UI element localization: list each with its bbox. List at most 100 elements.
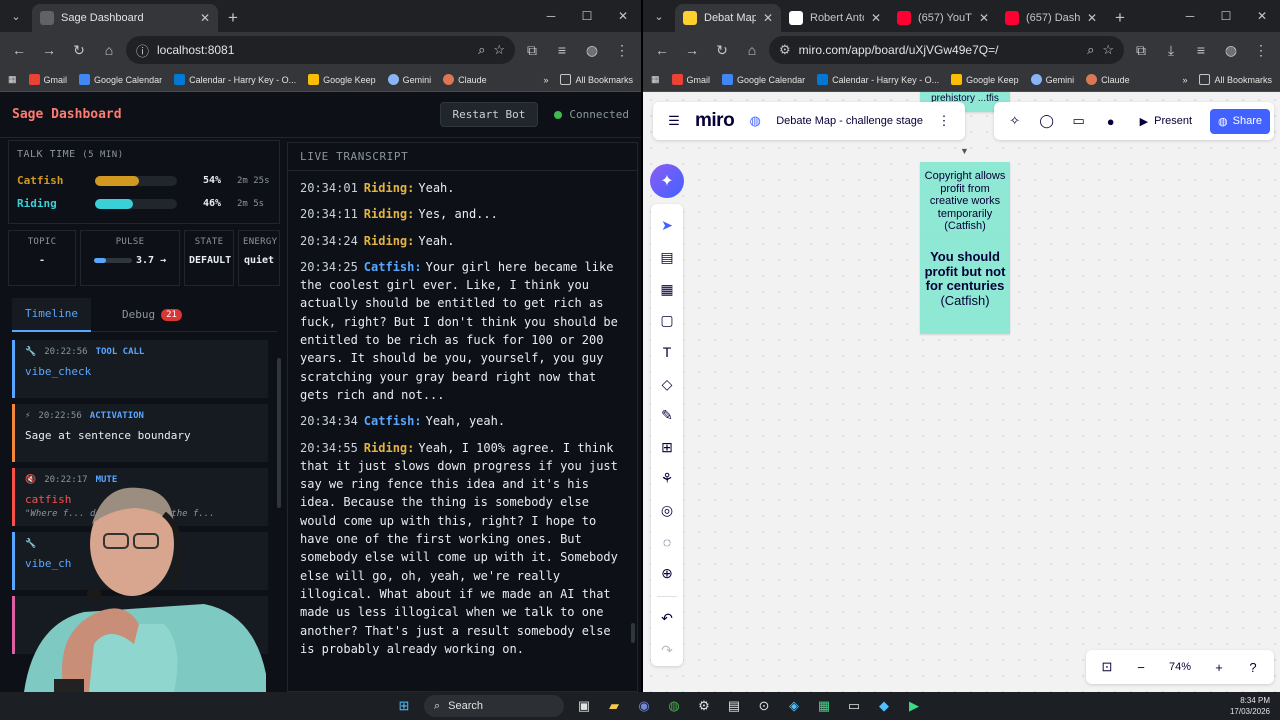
bookmark-google-keep[interactable]: Google Keep [951, 74, 1019, 85]
download-icon[interactable]: ⤓ [1158, 37, 1184, 63]
more-tools-icon[interactable]: ⊕ [653, 558, 681, 590]
select-cursor-icon[interactable]: ➤ [653, 210, 681, 242]
back-icon[interactable]: ← [6, 37, 32, 63]
close-tab-icon[interactable]: ✕ [871, 11, 881, 25]
taskbar-search[interactable]: ⌕ Search [424, 695, 564, 717]
profile-icon[interactable]: ◍ [579, 37, 605, 63]
tab-search-icon[interactable]: ⌄ [643, 0, 675, 32]
bookmarks-overflow-icon[interactable]: » [543, 75, 548, 85]
zoom-in-icon[interactable]: + [1204, 660, 1234, 675]
close-tab-icon[interactable]: ✕ [763, 11, 773, 25]
bookmark-google-calendar[interactable]: Google Calendar [79, 74, 162, 85]
minimize-icon[interactable]: ─ [533, 9, 569, 23]
close-window-icon[interactable]: ✕ [605, 9, 641, 23]
timeline-scrollbar[interactable] [277, 358, 281, 508]
tab-search-icon[interactable]: ⌄ [0, 0, 32, 32]
windows-start-icon[interactable]: ⊞ [394, 696, 414, 716]
templates-icon[interactable]: ▤ [653, 242, 681, 274]
transcript-body[interactable]: 20:34:01 Riding: Yeah. 20:34:11 Riding: Yes, … [300, 179, 623, 691]
app-blue-icon[interactable]: ◆ [874, 696, 894, 716]
file-explorer-icon[interactable]: ▰ [604, 696, 624, 716]
home-icon[interactable]: ⌂ [96, 37, 122, 63]
bookmark-gmail[interactable]: Gmail [671, 74, 710, 85]
menu-icon[interactable]: ⋮ [1248, 37, 1274, 63]
redo-icon[interactable]: ↷ [653, 634, 681, 666]
bookmark-gmail[interactable]: Gmail [28, 74, 67, 85]
ai-sparkle-icon[interactable]: ✦ [650, 164, 684, 198]
fit-screen-icon[interactable]: ⊡ [1092, 659, 1122, 675]
forward-icon[interactable]: → [36, 37, 62, 63]
comment-icon[interactable]: ◌ [653, 526, 681, 558]
miro-board-canvas[interactable]: prehistory ...tfis ▼ Copyright allows pr… [643, 92, 1280, 692]
zoom-icon[interactable]: ⌕ [1087, 42, 1094, 58]
apps-icon[interactable]: ▦ [8, 74, 17, 85]
bookmark-google-keep[interactable]: Google Keep [308, 74, 376, 85]
text-icon[interactable]: T [653, 337, 681, 369]
apps-icon[interactable]: ▦ [651, 74, 660, 85]
present-button[interactable]: ▶ Present [1132, 110, 1200, 133]
pen-icon[interactable]: ✎ [653, 400, 681, 432]
bookmarks-overflow-icon[interactable]: » [1182, 75, 1187, 85]
bookmark-google-calendar[interactable]: Google Calendar [722, 74, 805, 85]
bookmark-gemini[interactable]: Gemini [1030, 74, 1074, 85]
sticky-note-profit[interactable]: You should profit but not for centuries … [920, 240, 1010, 334]
board-name[interactable]: Debate Map - challenge stage [776, 115, 923, 127]
profile-icon[interactable]: ◍ [1218, 37, 1244, 63]
bookmark-claude[interactable]: Claude [443, 74, 487, 85]
reload-icon[interactable]: ↻ [66, 37, 92, 63]
all-bookmarks[interactable]: All Bookmarks [560, 74, 633, 85]
help-icon[interactable]: ? [1238, 660, 1268, 675]
reading-list-icon[interactable]: ≡ [549, 37, 575, 63]
tab-robert-anton[interactable]: Robert Anton ✕ [781, 4, 889, 32]
app-icon[interactable]: ⊙ [754, 696, 774, 716]
apps-icon[interactable]: ⚘ [653, 463, 681, 495]
app-green-icon[interactable]: ▦ [814, 696, 834, 716]
reading-list-icon[interactable]: ≡ [1188, 37, 1214, 63]
video-call-icon[interactable]: ▭ [1068, 113, 1090, 129]
zoom-icon[interactable]: ⌕ [478, 42, 485, 58]
steam-icon[interactable]: ⚙ [694, 696, 714, 716]
tab-dash-cam[interactable]: (657) Dash Ca ✕ [997, 4, 1105, 32]
app-play-icon[interactable]: ▶ [904, 696, 924, 716]
sticky-note-copyright[interactable]: Copyright allows profit from creative wo… [920, 162, 1010, 240]
transcript-scrollbar[interactable] [631, 623, 635, 643]
maximize-icon[interactable]: ☐ [1208, 9, 1244, 23]
home-icon[interactable]: ⌂ [739, 37, 765, 63]
bookmark-calendar-harry[interactable]: Calendar - Harry Key - O... [817, 74, 939, 85]
chrome-icon[interactable]: ◍ [664, 696, 684, 716]
tab-debate-map[interactable]: Debat Map - ✕ [675, 4, 781, 32]
media-icon[interactable]: ▤ [724, 696, 744, 716]
tab-youtube[interactable]: (657) YouTube ✕ [889, 4, 997, 32]
reload-icon[interactable]: ↻ [709, 37, 735, 63]
tab-timeline[interactable]: Timeline [12, 297, 91, 332]
tab-sage-dashboard[interactable]: Sage Dashboard ✕ [32, 4, 218, 32]
diagram-icon[interactable]: ◎ [653, 495, 681, 527]
restart-bot-button[interactable]: Restart Bot [439, 102, 539, 127]
taskbar-clock[interactable]: 8:34 PM 17/03/2026 [1230, 695, 1270, 717]
zoom-out-icon[interactable]: − [1126, 660, 1156, 675]
sticky-note-icon[interactable]: ▢ [653, 305, 681, 337]
new-tab-button[interactable]: + [218, 4, 248, 32]
task-view-icon[interactable]: ▣ [574, 696, 594, 716]
close-tab-icon[interactable]: ✕ [1087, 11, 1097, 25]
timeline-item[interactable]: 🔧 20:22:56 TOOL CALL vibe_check [12, 340, 268, 398]
maximize-icon[interactable]: ☐ [569, 9, 605, 23]
address-bar[interactable]: ⓘ localhost:8081 ⌕ ☆ [126, 36, 515, 64]
shapes-icon[interactable]: ◇ [653, 368, 681, 400]
board-options-icon[interactable]: ⋮ [933, 113, 955, 129]
site-info-icon[interactable]: ⚙ [779, 42, 791, 58]
tab-debug[interactable]: Debug 21 [109, 298, 195, 332]
reactions-icon[interactable]: ✧ [1004, 113, 1026, 129]
timeline-item[interactable]: ⚡ 20:22:56 ACTIVATION Sage at sentence boun… [12, 404, 268, 462]
minimize-icon[interactable]: ─ [1172, 9, 1208, 23]
close-tab-icon[interactable]: ✕ [200, 11, 210, 25]
extensions-icon[interactable]: ⧉ [519, 37, 545, 63]
frame-layout-icon[interactable]: ▦ [653, 273, 681, 305]
site-info-icon[interactable]: ⓘ [136, 41, 149, 60]
main-menu-icon[interactable]: ☰ [663, 113, 685, 129]
comments-icon[interactable]: ◯ [1036, 113, 1058, 129]
share-button[interactable]: ◍ Share [1210, 108, 1270, 134]
bookmark-gemini[interactable]: Gemini [387, 74, 431, 85]
discord-icon[interactable]: ◉ [634, 696, 654, 716]
address-bar[interactable]: ⚙ miro.com/app/board/uXjVGw49e7Q=/ ⌕ ☆ [769, 36, 1124, 64]
